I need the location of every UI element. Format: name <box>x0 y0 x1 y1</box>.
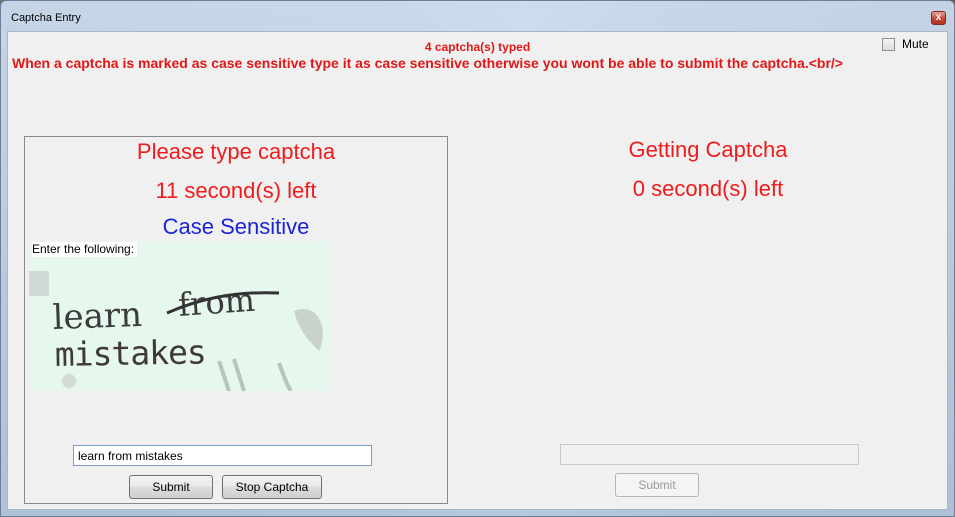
captcha-word-2: from <box>177 281 256 324</box>
title-bar[interactable]: Captcha Entry x <box>1 1 954 31</box>
stop-captcha-button[interactable]: Stop Captcha <box>222 475 322 499</box>
captcha-answer-input[interactable] <box>73 445 372 466</box>
submit-button[interactable]: Submit <box>129 475 213 499</box>
mute-label: Mute <box>902 37 929 51</box>
pending-answer-input[interactable] <box>560 444 859 465</box>
captcha-timer: 11 second(s) left <box>155 178 317 203</box>
window-title: Captcha Entry <box>11 12 81 24</box>
captcha-window: Captcha Entry x 4 captcha(s) typed When … <box>0 0 955 517</box>
captcha-instruction: Enter the following: <box>32 242 138 257</box>
typed-count-label: 4 captcha(s) typed <box>424 40 531 54</box>
captcha-drawing: learn from mistakes <box>29 271 323 391</box>
captcha-word-3: mistakes <box>54 332 206 374</box>
captcha-status: Please type captcha <box>136 139 336 164</box>
pending-captcha-panel: Getting Captcha 0 second(s) left Submit <box>488 136 928 504</box>
pending-status: Getting Captcha <box>628 137 788 162</box>
pending-submit-button[interactable]: Submit <box>615 473 699 497</box>
mute-toggle[interactable]: Mute <box>882 37 929 51</box>
case-sensitive-note: Case Sensitive <box>162 214 310 239</box>
mute-checkbox[interactable] <box>882 37 895 51</box>
active-captcha-panel: Please type captcha 11 second(s) left Ca… <box>24 136 448 504</box>
close-button[interactable]: x <box>931 11 946 25</box>
pending-timer: 0 second(s) left <box>632 176 784 201</box>
captcha-image: learn from mistakes Enter the following: <box>29 241 329 391</box>
window-content: 4 captcha(s) typed When a captcha is mar… <box>7 31 948 510</box>
captcha-word-1: learn <box>52 295 143 338</box>
case-sensitivity-warning: When a captcha is marked as case sensiti… <box>12 55 843 71</box>
